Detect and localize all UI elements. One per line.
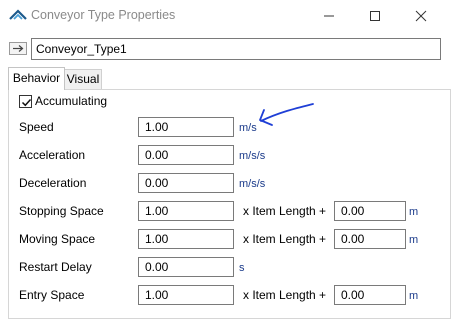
- entry-space-input[interactable]: 1.00: [138, 285, 234, 305]
- close-button[interactable]: [398, 0, 444, 31]
- minimize-icon: [324, 15, 334, 17]
- moving-space-times-label: x Item Length: [243, 232, 316, 246]
- entry-space-times-label: x Item Length: [243, 288, 316, 302]
- entry-space-offset-input[interactable]: 0.00: [334, 285, 406, 305]
- maximize-icon: [370, 11, 380, 21]
- window-title: Conveyor Type Properties: [31, 8, 176, 22]
- accumulating-label: Accumulating: [35, 94, 108, 108]
- stopping-space-label: Stopping Space: [19, 204, 104, 218]
- object-menu-icon[interactable]: [9, 42, 27, 55]
- restart-delay-input[interactable]: 0.00: [138, 257, 234, 277]
- tab-behavior[interactable]: Behavior: [8, 67, 65, 90]
- moving-space-label: Moving Space: [19, 232, 96, 246]
- maximize-button[interactable]: [352, 0, 398, 31]
- app-logo-icon: [9, 9, 27, 21]
- tab-visual[interactable]: Visual: [64, 69, 102, 89]
- stopping-space-offset-input[interactable]: 0.00: [334, 201, 406, 221]
- restart-delay-unit: s: [239, 262, 245, 274]
- object-name-field[interactable]: Conveyor_Type1: [31, 38, 441, 60]
- restart-delay-label: Restart Delay: [19, 260, 92, 274]
- stopping-space-plus: +: [319, 204, 327, 218]
- stopping-space-times-label: x Item Length: [243, 204, 316, 218]
- moving-space-input[interactable]: 1.00: [138, 229, 234, 249]
- entry-space-unit: m: [409, 290, 419, 302]
- entry-space-label: Entry Space: [19, 288, 85, 302]
- annotation-arrow-icon: [259, 103, 314, 126]
- title-bar: Conveyor Type Properties: [0, 0, 451, 32]
- acceleration-unit: m/s/s: [239, 150, 266, 162]
- speed-input[interactable]: 1.00: [138, 117, 234, 137]
- accumulating-checkbox[interactable]: [19, 95, 32, 108]
- deceleration-input[interactable]: 0.00: [138, 173, 234, 193]
- checkmark-icon: [21, 98, 32, 107]
- close-icon: [415, 10, 427, 22]
- acceleration-label: Acceleration: [19, 148, 86, 162]
- object-name-bar: Conveyor_Type1: [8, 38, 441, 60]
- speed-label: Speed: [19, 120, 54, 134]
- moving-space-offset-input[interactable]: 0.00: [334, 229, 406, 249]
- deceleration-label: Deceleration: [19, 176, 87, 190]
- moving-space-plus: +: [319, 232, 327, 246]
- stopping-space-unit: m: [409, 206, 419, 218]
- entry-space-plus: +: [319, 288, 327, 302]
- stopping-space-input[interactable]: 1.00: [138, 201, 234, 221]
- minimize-button[interactable]: [306, 0, 352, 31]
- acceleration-input[interactable]: 0.00: [138, 145, 234, 165]
- moving-space-unit: m: [409, 234, 419, 246]
- deceleration-unit: m/s/s: [239, 178, 266, 190]
